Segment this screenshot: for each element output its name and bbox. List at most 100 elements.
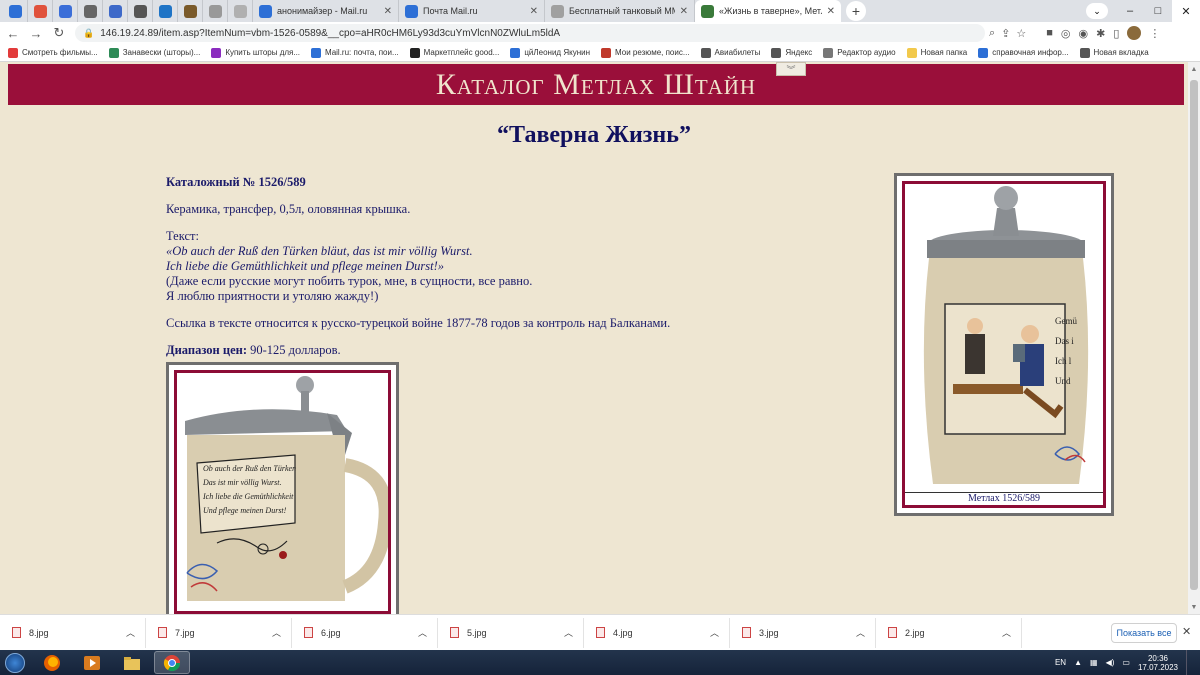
pinned-tab[interactable] xyxy=(78,0,103,22)
firefox-icon xyxy=(44,654,60,671)
chevron-up-icon[interactable]: ︿ xyxy=(856,626,865,639)
text-label: Текст: xyxy=(166,229,199,243)
taskbar-chrome[interactable] xyxy=(154,651,190,674)
chevron-up-icon[interactable]: ︿ xyxy=(710,626,719,639)
maximize-button[interactable]: □ xyxy=(1144,0,1172,22)
pinned-tab[interactable] xyxy=(228,0,253,22)
close-icon[interactable]: ✕ xyxy=(680,6,688,17)
tab-search-button[interactable]: ⌄ xyxy=(1086,3,1108,19)
plus-icon: + xyxy=(851,3,861,19)
stein-photo-front[interactable]: Gemü Das i Ich l Und Метлах 1526/589 xyxy=(894,173,1114,516)
display-icon[interactable]: ▭ xyxy=(1122,658,1130,667)
bookmark-item[interactable]: Купить шторы для... xyxy=(211,47,300,58)
tab-title: Почта Mail.ru xyxy=(423,6,478,16)
taskbar-explorer[interactable] xyxy=(114,651,150,674)
scroll-up-icon[interactable]: ▲ xyxy=(1188,64,1200,76)
avatar[interactable] xyxy=(1127,26,1142,40)
close-icon[interactable]: ✕ xyxy=(827,6,835,17)
language-indicator[interactable]: EN xyxy=(1055,658,1066,667)
catalog-number: Каталожный № 1526/589 xyxy=(166,175,306,189)
bookmark-item[interactable]: Редактор аудио xyxy=(823,47,896,58)
chevron-up-icon[interactable]: ︿ xyxy=(564,626,573,639)
image-file-icon xyxy=(450,627,459,638)
reload-button[interactable]: ↻ xyxy=(49,23,69,43)
download-item[interactable]: 6.jpg ︿ xyxy=(292,617,438,648)
scrollbar-thumb[interactable] xyxy=(1190,80,1198,590)
page-scrollbar[interactable]: ▲ ▼ xyxy=(1188,62,1200,614)
site-banner: Каталог Метлах Штайн xyxy=(8,64,1184,105)
forward-button[interactable]: → xyxy=(26,23,46,43)
download-item[interactable]: 8.jpg ︿ xyxy=(0,617,146,648)
pinned-tab[interactable] xyxy=(53,0,78,22)
extension-icon[interactable]: ◎ xyxy=(1061,27,1071,40)
scroll-down-icon[interactable]: ▼ xyxy=(1188,602,1200,614)
bookmark-item[interactable]: Новая вкладка xyxy=(1079,47,1149,58)
close-icon[interactable]: ✕ xyxy=(1182,625,1191,638)
start-button[interactable] xyxy=(0,650,30,675)
pinned-tab[interactable] xyxy=(103,0,128,22)
bookmark-item[interactable]: Авиабилеты xyxy=(700,47,760,58)
bookmark-item[interactable]: Занавески (шторы)... xyxy=(108,47,200,58)
show-desktop-button[interactable] xyxy=(1186,650,1194,675)
download-item[interactable]: 3.jpg ︿ xyxy=(730,617,876,648)
image-file-icon xyxy=(888,627,897,638)
extension-icon[interactable]: ◉ xyxy=(1079,27,1089,40)
chevron-up-icon[interactable]: ︿ xyxy=(418,626,427,639)
puzzle-icon[interactable]: ✱ xyxy=(1096,27,1105,40)
volume-icon[interactable]: ◀) xyxy=(1106,658,1115,667)
sidepanel-icon[interactable]: ▯ xyxy=(1113,27,1119,40)
tab-favicon-icon xyxy=(33,4,47,18)
clock-time: 20:36 xyxy=(1147,653,1168,663)
minimize-button[interactable]: – xyxy=(1116,0,1144,22)
chevron-up-icon[interactable]: ︿ xyxy=(126,626,135,639)
close-window-button[interactable]: ✕ xyxy=(1172,0,1200,22)
tab-tank-game[interactable]: Бесплатный танковый MMO-ш ✕ xyxy=(545,0,695,22)
share-icon[interactable]: ⇪ xyxy=(1001,27,1010,40)
bookmark-star-icon[interactable]: ☆ xyxy=(1016,27,1026,40)
bookmark-item[interactable]: справочная инфор... xyxy=(978,47,1069,58)
svg-text:Ob auch der Ruß den Türken: Ob auch der Ruß den Türken xyxy=(203,464,296,473)
zoom-icon[interactable]: ⌕ xyxy=(989,27,995,40)
pinned-tab[interactable] xyxy=(28,0,53,22)
close-icon[interactable]: ✕ xyxy=(384,6,392,17)
show-all-downloads-button[interactable]: Показать все xyxy=(1111,623,1177,643)
download-item[interactable]: 2.jpg ︿ xyxy=(876,617,1022,648)
tab-mail-inbox[interactable]: Почта Mail.ru ✕ xyxy=(399,0,545,22)
pinned-tab[interactable] xyxy=(153,0,178,22)
russian-line-2: Я люблю приятности и утоляю жажду!) xyxy=(166,289,379,303)
address-bar[interactable]: 🔒 146.19.24.89/item.asp?ItemNum=vbm-1526… xyxy=(75,24,985,42)
pinned-tab[interactable] xyxy=(178,0,203,22)
close-icon[interactable]: ✕ xyxy=(530,6,538,17)
tab-favicon-icon xyxy=(8,4,22,18)
pinned-tab[interactable] xyxy=(203,0,228,22)
chevron-up-icon[interactable]: ︿ xyxy=(272,626,281,639)
bookmark-item[interactable]: Новая папка xyxy=(906,47,967,58)
new-tab-button[interactable]: + xyxy=(846,1,866,21)
kebab-menu-icon[interactable]: ⋮ xyxy=(1149,27,1160,40)
tab-mail-anonymizer[interactable]: анонимайзер - Mail.ru ✕ xyxy=(253,0,399,22)
back-button[interactable]: ← xyxy=(3,23,23,43)
network-icon[interactable]: ▦ xyxy=(1090,658,1098,667)
stein-photo-side[interactable]: Ob auch der Ruß den Türken Das ist mir v… xyxy=(166,362,399,614)
pinned-tab[interactable] xyxy=(3,0,28,22)
download-item[interactable]: 5.jpg ︿ xyxy=(438,617,584,648)
bookmark-item[interactable]: Яндекс xyxy=(771,47,812,58)
tab-tavern-life[interactable]: «Жизнь в таверне», Метлах 152 ✕ xyxy=(695,0,841,22)
download-item[interactable]: 7.jpg ︿ xyxy=(146,617,292,648)
chevron-up-icon[interactable]: ▲ xyxy=(1074,658,1082,667)
clock[interactable]: 20:36 17.07.2023 xyxy=(1138,654,1178,672)
bookmark-item[interactable]: Маркетплейс good... xyxy=(409,47,499,58)
tab-favicon-icon xyxy=(233,4,247,18)
bookmark-item[interactable]: цйЛеонид Якунин xyxy=(510,47,590,58)
pinned-tab[interactable] xyxy=(128,0,153,22)
extensions-area: ■ ◎ ◉ ✱ ▯ ⋮ xyxy=(1046,26,1160,40)
bookmark-item[interactable]: Mail.ru: почта, пои... xyxy=(311,47,399,58)
extension-icon[interactable]: ■ xyxy=(1046,27,1053,39)
menu-toggle-button[interactable]: ︾ xyxy=(776,62,806,76)
taskbar-media-player[interactable] xyxy=(74,651,110,674)
bookmark-item[interactable]: Мои резюме, поис... xyxy=(601,47,690,58)
download-item[interactable]: 4.jpg ︿ xyxy=(584,617,730,648)
chevron-up-icon[interactable]: ︿ xyxy=(1002,626,1011,639)
taskbar-firefox[interactable] xyxy=(34,651,70,674)
bookmark-item[interactable]: Смотреть фильмы... xyxy=(8,47,98,58)
